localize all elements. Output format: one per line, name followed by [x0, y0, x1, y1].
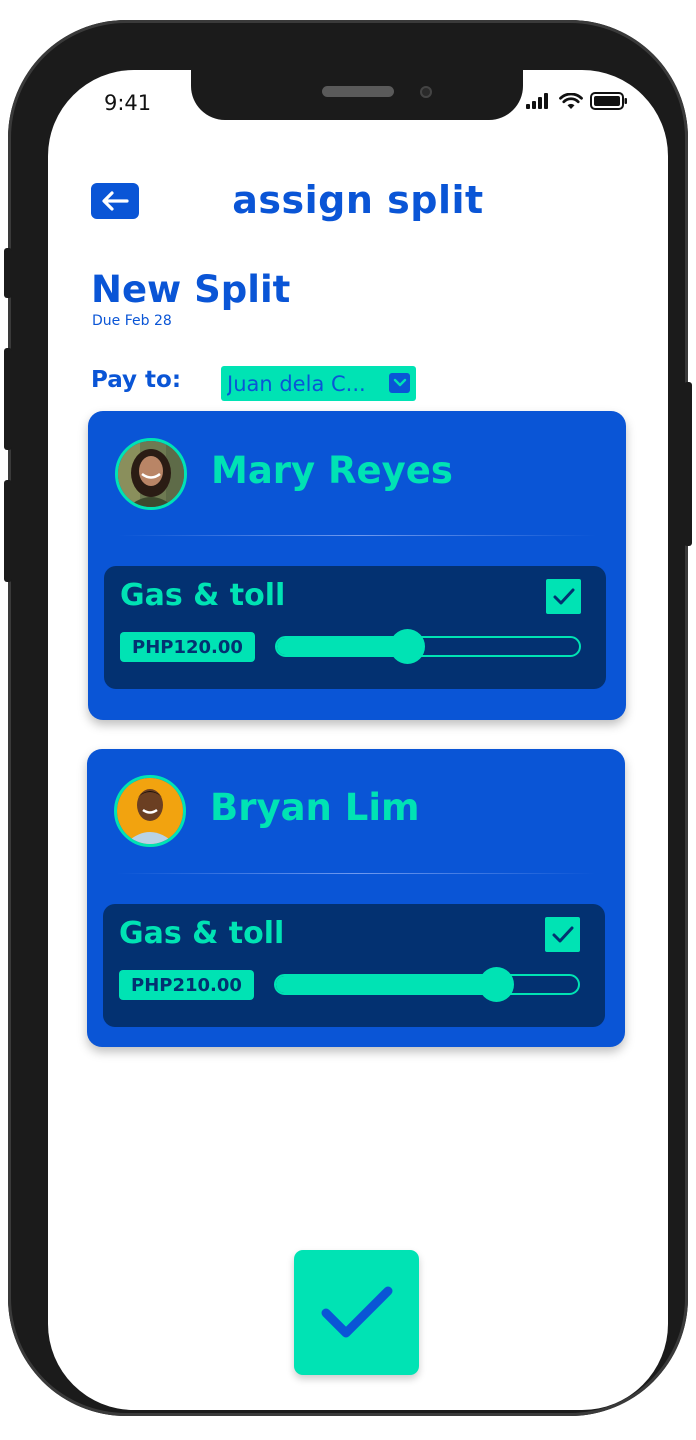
wifi-icon: [559, 92, 583, 109]
split-due-date: Due Feb 28: [92, 313, 172, 329]
member-card: Bryan Lim Gas & toll PHP210.00: [87, 749, 625, 1047]
status-icons: [526, 92, 628, 110]
include-checkbox[interactable]: [546, 579, 581, 614]
share-slider[interactable]: [275, 629, 581, 664]
arrow-left-icon: [102, 191, 129, 211]
check-icon: [321, 1286, 392, 1337]
speaker-grille: [322, 86, 394, 97]
expense-item: Gas & toll PHP120.00: [104, 566, 606, 689]
confirm-button[interactable]: [294, 1250, 419, 1375]
expense-name: Gas & toll: [119, 916, 285, 951]
front-camera: [420, 86, 432, 98]
slider-thumb[interactable]: [389, 629, 425, 664]
pay-to-value: Juan dela C...: [227, 371, 366, 396]
member-card: Mary Reyes Gas & toll PHP120.00: [88, 411, 626, 720]
chevron-down-icon: [389, 373, 410, 393]
share-slider[interactable]: [274, 967, 580, 1002]
back-button[interactable]: [91, 183, 139, 219]
member-name: Mary Reyes: [211, 449, 453, 492]
split-title: New Split: [91, 268, 291, 311]
battery-icon: [590, 92, 627, 110]
amount-badge: PHP210.00: [119, 970, 254, 1000]
page-title: assign split: [232, 178, 484, 222]
power-button: [684, 382, 692, 546]
amount-badge: PHP120.00: [120, 632, 255, 662]
app-screen: 9:41 assign split New Split Due Feb 28 P…: [48, 70, 668, 1410]
pay-to-dropdown[interactable]: Juan dela C...: [221, 366, 416, 401]
include-checkbox[interactable]: [545, 917, 580, 952]
check-icon: [553, 588, 574, 604]
status-time: 9:41: [104, 91, 152, 115]
volume-up-button: [4, 348, 12, 450]
check-icon: [552, 926, 573, 942]
pay-to-label: Pay to:: [91, 367, 182, 393]
volume-down-button: [4, 480, 12, 582]
expense-item: Gas & toll PHP210.00: [103, 904, 605, 1027]
avatar: [115, 438, 187, 510]
expense-name: Gas & toll: [120, 578, 286, 613]
signal-icon: [526, 93, 548, 109]
member-name: Bryan Lim: [210, 786, 420, 829]
slider-fill: [277, 638, 407, 655]
mute-switch: [4, 248, 12, 298]
divider: [117, 873, 595, 874]
notch: [191, 70, 523, 120]
slider-fill: [276, 976, 497, 993]
phone-frame: 9:41 assign split New Split Due Feb 28 P…: [4, 20, 692, 1416]
avatar: [114, 775, 186, 847]
slider-thumb[interactable]: [479, 967, 515, 1002]
divider: [118, 535, 596, 536]
